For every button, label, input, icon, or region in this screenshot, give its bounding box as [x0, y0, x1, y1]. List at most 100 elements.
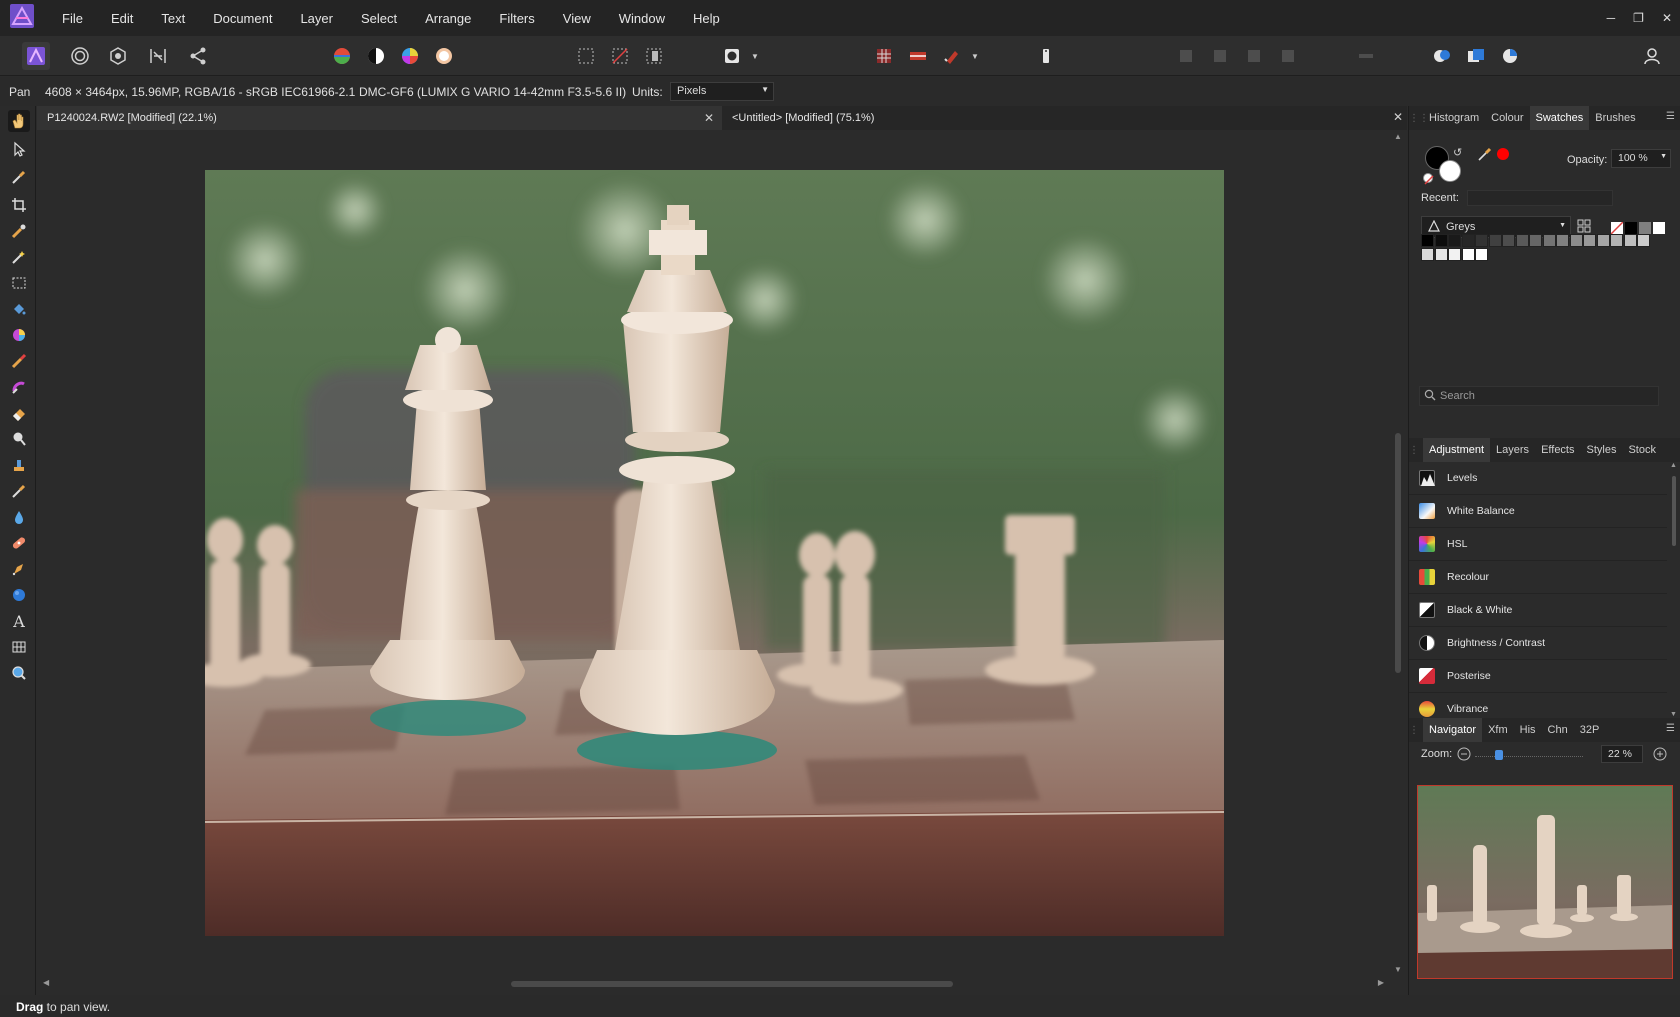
close-icon[interactable]: ✕	[704, 111, 714, 125]
grip-icon[interactable]: ⋮⋮	[1409, 725, 1429, 736]
black-swatch[interactable]	[1625, 222, 1637, 234]
flood-fill-tool-icon[interactable]	[8, 298, 30, 320]
grey-swatch[interactable]	[1502, 234, 1515, 247]
menu-layer[interactable]: Layer	[286, 11, 347, 26]
recent-swatches[interactable]	[1467, 190, 1613, 206]
grey-swatch[interactable]	[1448, 248, 1461, 261]
snapping-dropdown-icon[interactable]: ▼	[968, 42, 982, 70]
arrange-front-icon[interactable]	[1274, 42, 1302, 70]
chess-photo[interactable]	[205, 170, 1224, 936]
grey-swatch[interactable]	[1623, 234, 1637, 247]
zoom-slider[interactable]	[1475, 750, 1583, 760]
grip-icon[interactable]: ⋮⋮	[1409, 113, 1429, 124]
scroll-left-icon[interactable]: ◀	[43, 978, 49, 987]
grey-swatch[interactable]	[1529, 234, 1542, 247]
develop-persona-icon[interactable]	[104, 42, 132, 70]
tab-styles[interactable]: Styles	[1581, 438, 1623, 462]
selection-brush-tool-icon[interactable]	[8, 220, 30, 242]
menu-arrange[interactable]: Arrange	[411, 11, 485, 26]
menu-document[interactable]: Document	[199, 11, 286, 26]
auto-contrast-icon[interactable]	[362, 42, 390, 70]
arrange-forward-icon[interactable]	[1240, 42, 1268, 70]
colour-replacement-tool-icon[interactable]	[8, 324, 30, 346]
menu-view[interactable]: View	[549, 11, 605, 26]
deselect-icon[interactable]	[606, 42, 634, 70]
erase-brush-tool-icon[interactable]	[8, 402, 30, 424]
adjustment-recolour[interactable]: Recolour	[1409, 561, 1667, 594]
scroll-thumb[interactable]	[1395, 433, 1401, 673]
zoom-tool-icon[interactable]	[8, 662, 30, 684]
export-persona-icon[interactable]	[184, 42, 212, 70]
grey-swatch[interactable]	[1475, 248, 1488, 261]
pen-tool-icon[interactable]	[8, 558, 30, 580]
tone-mapping-persona-icon[interactable]	[144, 42, 172, 70]
scroll-up-icon[interactable]: ▲	[1670, 462, 1677, 469]
auto-colours-icon[interactable]	[396, 42, 424, 70]
adjustment-hsl[interactable]: HSL	[1409, 528, 1667, 561]
scroll-up-icon[interactable]: ▲	[1394, 132, 1402, 141]
healing-brush-tool-icon[interactable]	[8, 532, 30, 554]
restore-icon[interactable]: ❐	[1633, 11, 1644, 25]
opacity-field[interactable]: 100 % ▼	[1611, 149, 1671, 168]
mixer-brush-tool-icon[interactable]	[8, 376, 30, 398]
snapping-magnet-icon[interactable]	[938, 42, 966, 70]
quick-mask-dropdown-icon[interactable]: ▼	[748, 42, 762, 70]
dodge-tool-icon[interactable]	[8, 428, 30, 450]
invert-selection-icon[interactable]	[640, 42, 668, 70]
grey-swatch[interactable]	[1434, 248, 1448, 261]
menu-text[interactable]: Text	[147, 11, 199, 26]
zoom-slider-knob[interactable]	[1494, 750, 1503, 760]
grey-swatch[interactable]	[1421, 248, 1434, 261]
grey-swatch[interactable]	[1637, 234, 1650, 247]
horizontal-scrollbar[interactable]: ◀ ▶	[37, 976, 1390, 992]
menu-window[interactable]: Window	[605, 11, 679, 26]
scroll-right-icon[interactable]: ▶	[1378, 978, 1384, 987]
grey-swatch[interactable]	[1569, 234, 1583, 247]
artistic-text-tool-icon[interactable]: A	[8, 610, 30, 632]
adjustment-scrollbar[interactable]: ▲ ▼	[1669, 462, 1679, 718]
zoom-out-icon[interactable]	[1457, 747, 1471, 764]
tab-32p[interactable]: 32P	[1574, 718, 1606, 742]
tab-stock[interactable]: Stock	[1622, 438, 1662, 462]
adjustment-levels[interactable]: Levels	[1409, 462, 1667, 495]
grey-swatch[interactable]	[1488, 234, 1502, 247]
photo-persona-icon[interactable]	[22, 42, 50, 70]
assistant-icon[interactable]	[1032, 42, 1060, 70]
crop-tool-icon[interactable]	[8, 194, 30, 216]
align-icon[interactable]	[1352, 42, 1380, 70]
grey-swatch[interactable]	[1448, 234, 1461, 247]
grey-swatch[interactable]	[1596, 234, 1610, 247]
grey-swatch[interactable]	[1583, 234, 1596, 247]
tab-transform[interactable]: Xfm	[1482, 718, 1514, 742]
canvas-area[interactable]	[37, 130, 1389, 976]
adjustment-white-balance[interactable]: White Balance	[1409, 495, 1667, 528]
tab-history[interactable]: His	[1514, 718, 1542, 742]
grey-swatch[interactable]	[1461, 248, 1475, 261]
vertical-scrollbar[interactable]: ▲ ▼	[1390, 130, 1407, 976]
white-swatch[interactable]	[1653, 222, 1665, 234]
paint-brush-tool-icon[interactable]	[8, 350, 30, 372]
adjustment-brightness-contrast[interactable]: Brightness / Contrast	[1409, 627, 1667, 660]
zoom-in-icon[interactable]	[1653, 747, 1667, 764]
menu-edit[interactable]: Edit	[97, 11, 147, 26]
color-picker-tool-icon[interactable]	[8, 166, 30, 188]
picked-colour-swatch[interactable]	[1497, 148, 1509, 160]
secondary-colour-well[interactable]	[1439, 160, 1461, 182]
grey-swatch[interactable]	[1421, 234, 1434, 247]
liquify-persona-icon[interactable]	[66, 42, 94, 70]
ellipse-tool-icon[interactable]	[8, 584, 30, 606]
tab-navigator[interactable]: Navigator	[1423, 718, 1483, 742]
scroll-thumb[interactable]	[1672, 476, 1676, 546]
menu-filters[interactable]: Filters	[485, 11, 548, 26]
grey-swatch[interactable]	[1542, 234, 1556, 247]
grey-swatch[interactable]	[1461, 234, 1475, 247]
grey-swatch[interactable]	[1434, 234, 1448, 247]
swap-colours-icon[interactable]: ↺	[1453, 146, 1462, 159]
close-all-tabs-icon[interactable]: ✕	[1393, 110, 1403, 124]
marquee-tool-icon[interactable]	[8, 272, 30, 294]
panel-menu-icon[interactable]: ☰	[1666, 723, 1675, 734]
auto-white-balance-icon[interactable]	[430, 42, 458, 70]
smudge-tool-icon[interactable]	[8, 506, 30, 528]
swatch-search-input[interactable]: Search	[1419, 386, 1659, 406]
grey-swatch[interactable]	[1610, 234, 1623, 247]
